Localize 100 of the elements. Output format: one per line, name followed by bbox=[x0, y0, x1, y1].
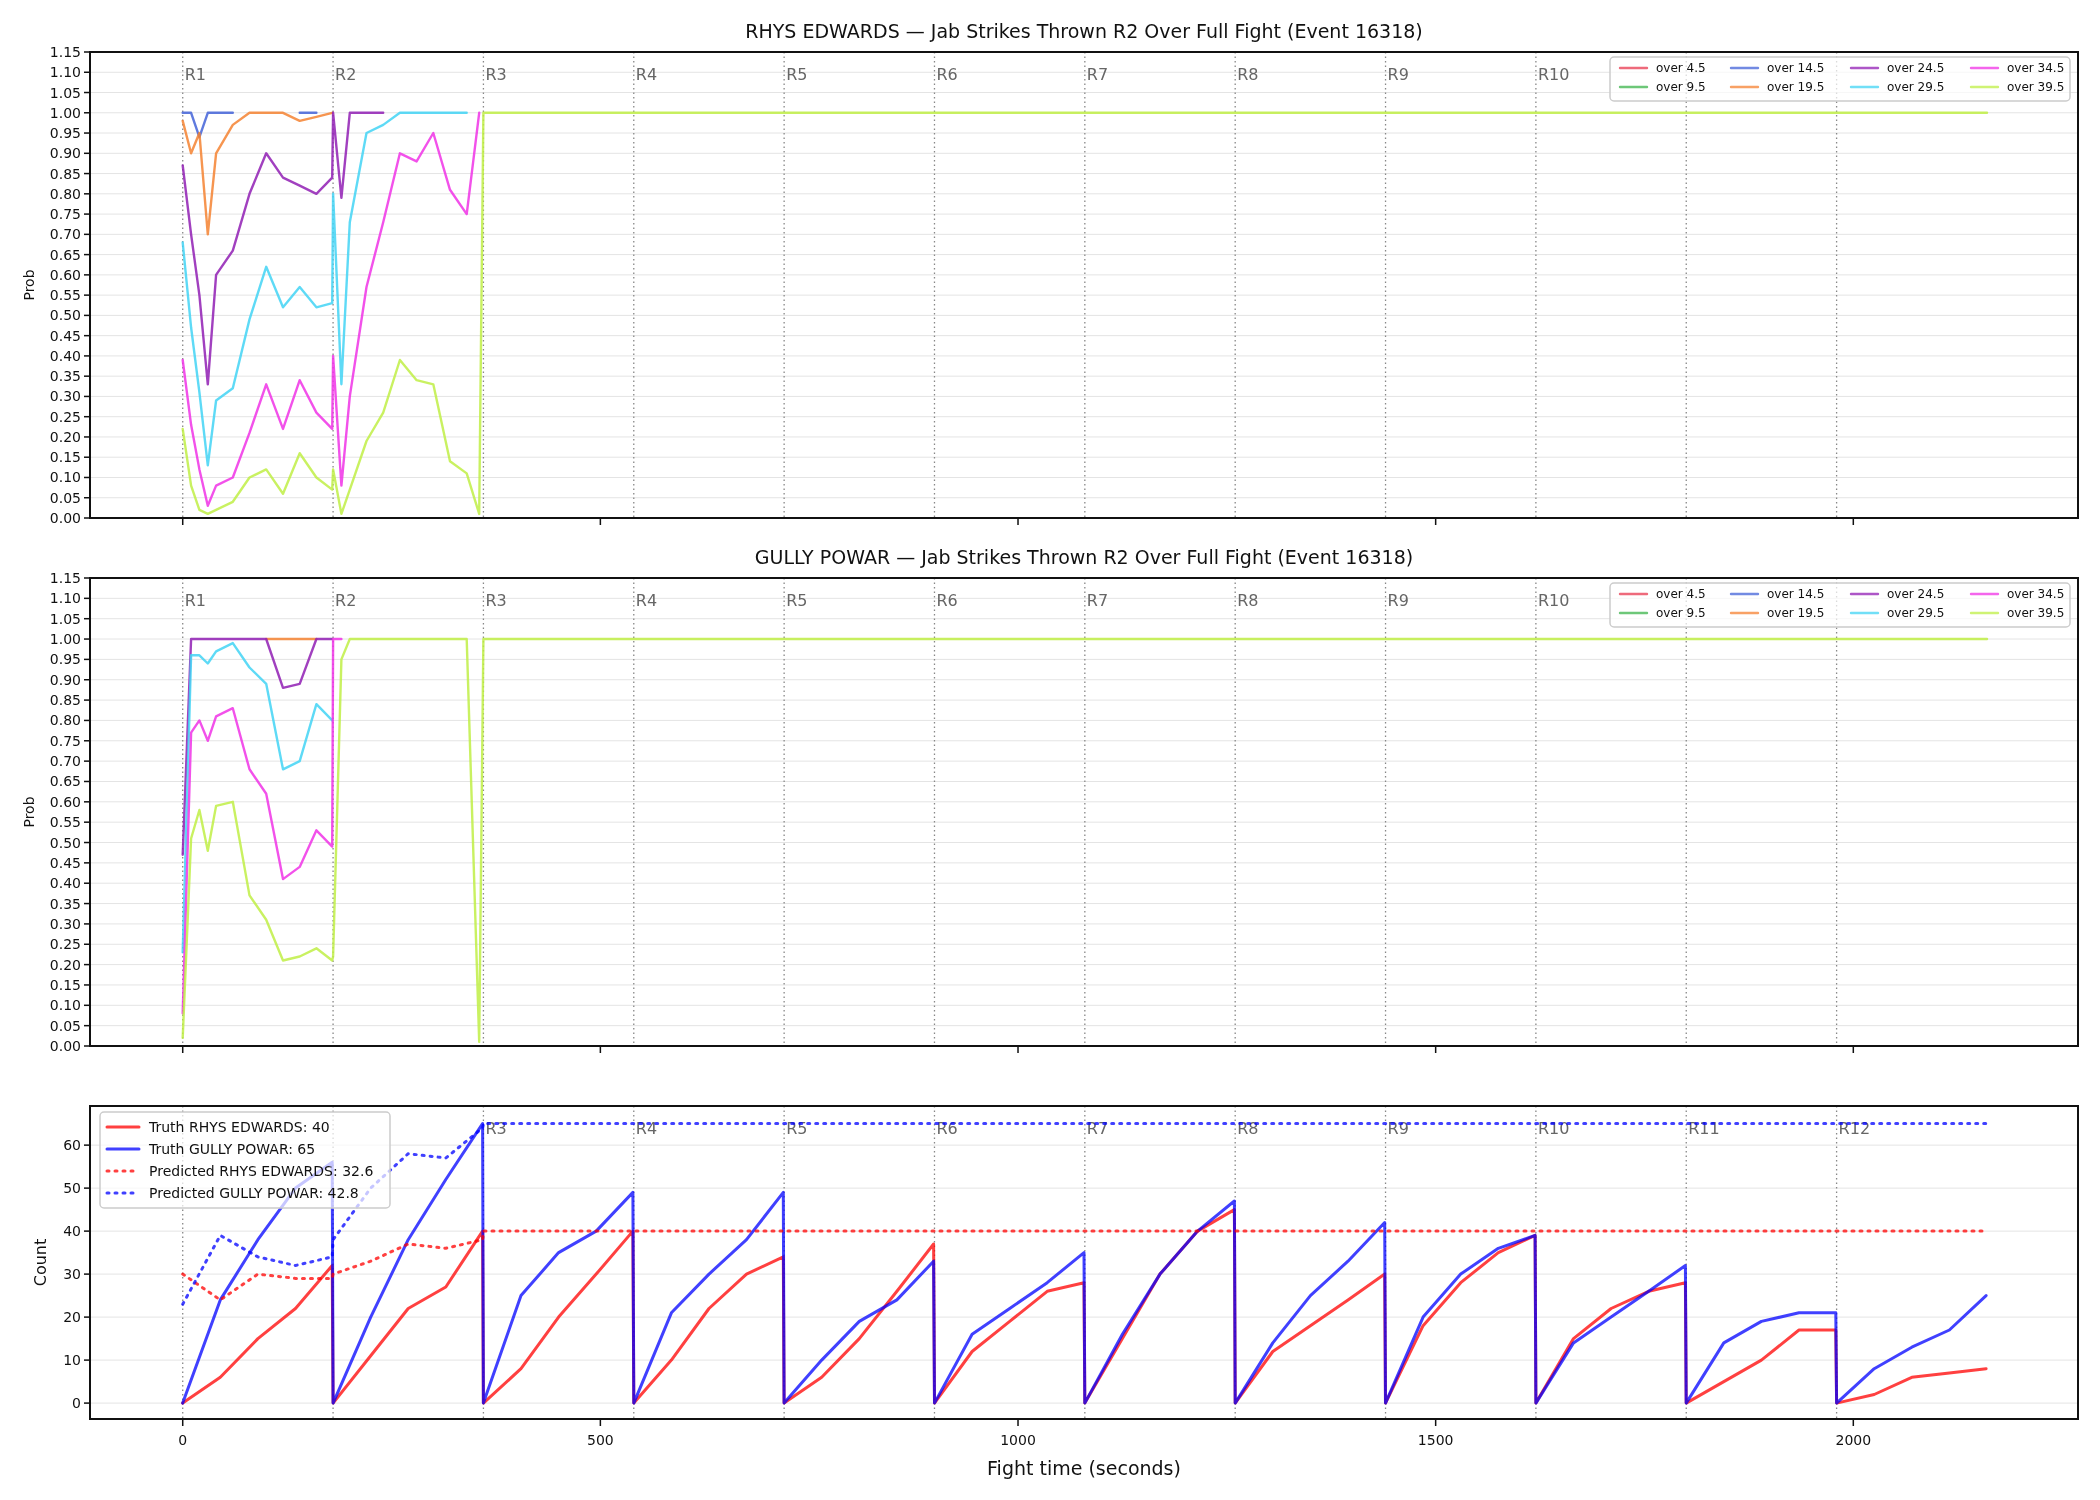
y-tick-label: 1.05 bbox=[49, 610, 81, 627]
round-label: R11 bbox=[1688, 1119, 1720, 1138]
y-tick-label: 10 bbox=[63, 1352, 81, 1369]
y-tick-label: 20 bbox=[63, 1309, 81, 1326]
y-tick-label: 0.85 bbox=[49, 692, 81, 709]
y-tick-label: 1.10 bbox=[49, 64, 81, 81]
y-tick-label: 0.95 bbox=[49, 125, 81, 142]
y-tick-label: 1.15 bbox=[49, 44, 81, 60]
legend-swatch-icon bbox=[1849, 592, 1880, 596]
x-tick-label: 0 bbox=[178, 1432, 188, 1448]
y-tick-label: 1.05 bbox=[49, 84, 81, 101]
y-tick-label: 1.10 bbox=[49, 590, 81, 607]
round-label: R6 bbox=[936, 1119, 958, 1138]
legend-swatch-icon bbox=[1618, 611, 1649, 615]
y-tick-label: 0.55 bbox=[49, 287, 81, 304]
legend-label: Predicted RHYS EDWARDS: 32.6 bbox=[149, 1163, 374, 1179]
legend-label: over 4.5 bbox=[1656, 587, 1706, 601]
x-tick-label: 500 bbox=[587, 1432, 614, 1448]
y-tick-label: 0.25 bbox=[49, 408, 81, 425]
y-tick-label: 0.45 bbox=[49, 327, 81, 344]
legend-swatch-icon bbox=[1618, 592, 1649, 596]
y-tick-label: 0.75 bbox=[49, 732, 81, 749]
y-tick-label: 0.10 bbox=[49, 997, 81, 1014]
legend-label: over 34.5 bbox=[2007, 61, 2065, 75]
legend-swatch-icon bbox=[1969, 66, 2000, 70]
y-tick-label: 0.40 bbox=[49, 347, 81, 364]
y-tick-label: 1.00 bbox=[49, 104, 81, 121]
round-label: R3 bbox=[485, 1119, 507, 1138]
y-tick-label: 0.25 bbox=[49, 936, 81, 953]
round-label: R5 bbox=[786, 591, 808, 610]
round-label: R8 bbox=[1237, 1119, 1259, 1138]
y-tick-label: 0.90 bbox=[49, 145, 81, 162]
round-label: R4 bbox=[635, 591, 658, 610]
y-tick-label: 0.35 bbox=[49, 368, 81, 385]
legend-label: Truth GULLY POWAR: 65 bbox=[149, 1141, 316, 1157]
y-tick-label: 0.50 bbox=[49, 307, 81, 324]
y-tick-label: 0.95 bbox=[49, 651, 81, 668]
legend-label: Truth RHYS EDWARDS: 40 bbox=[149, 1119, 330, 1135]
y-tick-label: 1.00 bbox=[49, 631, 81, 648]
round-label: R1 bbox=[184, 65, 206, 84]
y-tick-label: 40 bbox=[63, 1223, 81, 1240]
y-axis-label: Prob bbox=[21, 269, 37, 301]
round-label: R2 bbox=[335, 65, 357, 84]
legend-label: over 9.5 bbox=[1656, 80, 1706, 94]
legend-label: over 24.5 bbox=[1887, 587, 1945, 601]
round-label: R3 bbox=[485, 65, 507, 84]
round-label: R4 bbox=[635, 1119, 658, 1138]
y-tick-label: 0.60 bbox=[49, 266, 81, 283]
y-tick-label: 0.70 bbox=[49, 753, 81, 770]
y-tick-label: 0.40 bbox=[49, 875, 81, 892]
legend-swatch-icon bbox=[1618, 66, 1649, 70]
legend-swatch-icon bbox=[1729, 592, 1760, 596]
x-tick-label: 1500 bbox=[1417, 1432, 1454, 1448]
round-label: R5 bbox=[786, 1119, 808, 1138]
y-tick-label: 0.55 bbox=[49, 814, 81, 831]
y-tick-label: 0.35 bbox=[49, 895, 81, 912]
round-label: R4 bbox=[635, 65, 658, 84]
round-label: R12 bbox=[1838, 1119, 1871, 1138]
y-tick-label: 0.80 bbox=[49, 185, 81, 202]
y-tick-label: 0.20 bbox=[49, 956, 81, 973]
legend-swatch-icon bbox=[1729, 85, 1760, 89]
y-tick-label: 0.00 bbox=[49, 510, 81, 526]
legend-swatch-icon bbox=[1849, 85, 1880, 89]
round-label: R6 bbox=[936, 591, 958, 610]
legend-swatch-icon bbox=[1618, 85, 1649, 89]
y-tick-label: 0.65 bbox=[49, 246, 81, 263]
legend-swatch-icon bbox=[1849, 66, 1880, 70]
y-tick-label: 0.10 bbox=[49, 469, 81, 486]
y-tick-label: 60 bbox=[63, 1137, 81, 1154]
legend-label: over 19.5 bbox=[1767, 606, 1825, 620]
y-tick-label: 1.15 bbox=[49, 570, 81, 586]
y-axis-label: Prob bbox=[21, 796, 37, 828]
legend-label: over 9.5 bbox=[1656, 606, 1706, 620]
legend-label: over 39.5 bbox=[2007, 80, 2065, 94]
y-tick-label: 0.15 bbox=[49, 449, 81, 466]
legend-swatch-icon bbox=[1729, 611, 1760, 615]
x-tick-label: 1000 bbox=[1000, 1432, 1036, 1448]
y-tick-label: 0.20 bbox=[49, 428, 81, 445]
round-label: R10 bbox=[1537, 1119, 1570, 1138]
y-tick-label: 0.05 bbox=[49, 489, 81, 506]
y-tick-label: 0.85 bbox=[49, 165, 81, 182]
y-tick-label: 0 bbox=[72, 1395, 81, 1412]
y-tick-label: 0.60 bbox=[49, 793, 81, 810]
y-tick-label: 0.70 bbox=[49, 226, 81, 243]
legend-swatch-icon bbox=[1969, 85, 2000, 89]
chart-title: RHYS EDWARDS — Jab Strikes Thrown R2 Over Full Fight (Event 16318) bbox=[745, 20, 1423, 42]
legend-swatch-icon bbox=[1849, 611, 1880, 615]
y-tick-label: 0.80 bbox=[49, 712, 81, 729]
chart-title: GULLY POWAR — Jab Strikes Thrown R2 Over Full Fight (Event 16318) bbox=[754, 546, 1414, 568]
legend-label: over 34.5 bbox=[2007, 587, 2065, 601]
legend-label: over 29.5 bbox=[1887, 606, 1945, 620]
legend-label: over 29.5 bbox=[1887, 80, 1945, 94]
round-label: R5 bbox=[786, 65, 808, 84]
y-tick-label: 0.65 bbox=[49, 773, 81, 790]
legend-label: over 24.5 bbox=[1887, 61, 1945, 75]
round-label: R7 bbox=[1086, 591, 1109, 610]
round-label: R6 bbox=[936, 65, 958, 84]
legend-swatch-icon bbox=[1729, 66, 1760, 70]
legend-swatch-icon bbox=[1969, 592, 2000, 596]
round-label: R9 bbox=[1387, 591, 1409, 610]
